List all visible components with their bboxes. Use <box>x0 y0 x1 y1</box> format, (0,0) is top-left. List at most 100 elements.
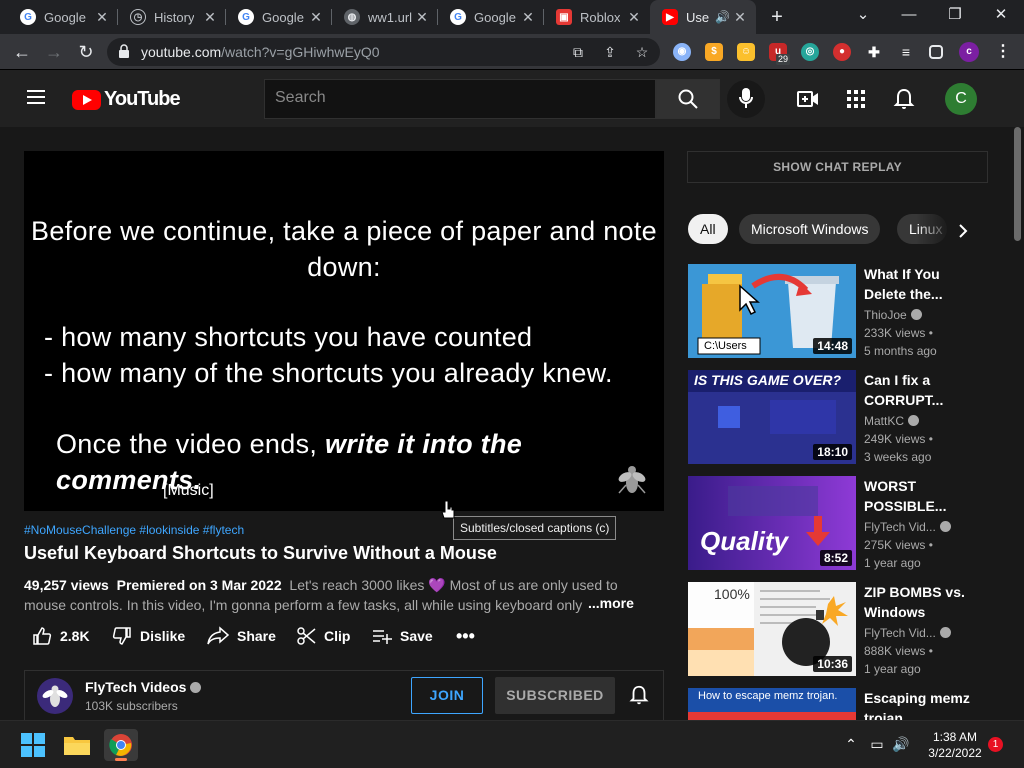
video-player[interactable]: Before we continue, take a piece of pape… <box>24 151 664 511</box>
show-chat-replay-button[interactable]: SHOW CHAT REPLAY <box>687 151 988 183</box>
close-icon[interactable]: ✕ <box>626 9 642 25</box>
playlist-add-icon <box>373 630 392 644</box>
recommended-video[interactable]: How to escape memz trojan. Escaping memz… <box>688 688 988 720</box>
minimize-icon[interactable]: — <box>886 0 932 32</box>
create-video-icon[interactable] <box>796 87 820 111</box>
video-hashtags[interactable]: #NoMouseChallenge #lookinside #flytech <box>24 523 244 537</box>
tab-youtube-active[interactable]: ▶ Use 🔊 ✕ <box>650 0 756 34</box>
show-more-link[interactable]: ...more <box>588 595 634 611</box>
upload-age: 1 year ago <box>864 662 921 676</box>
tab-roblox[interactable]: ▣ Roblox ✕ <box>544 0 650 34</box>
tab-google-3[interactable]: G Google ✕ <box>438 0 544 34</box>
extension-icon[interactable]: ● <box>833 43 851 61</box>
restore-icon[interactable]: ❐ <box>932 0 978 32</box>
back-icon[interactable]: ← <box>10 40 34 64</box>
share-button[interactable]: Share <box>207 626 276 646</box>
like-button[interactable]: 2.8K <box>32 626 90 646</box>
side-panel-icon[interactable] <box>929 45 943 59</box>
search-input[interactable]: Search <box>264 79 656 119</box>
menu-icon[interactable] <box>27 90 45 104</box>
channel-name[interactable]: MattKC <box>864 414 920 428</box>
search-button[interactable] <box>656 79 720 119</box>
tab-google-2[interactable]: G Google ✕ <box>226 0 332 34</box>
video-title[interactable]: What If You Delete the... <box>864 264 974 304</box>
save-button[interactable]: Save <box>372 626 433 646</box>
close-icon[interactable]: ✕ <box>414 9 430 25</box>
video-thumbnail[interactable]: 100% 10:36 <box>688 582 856 676</box>
system-clock[interactable]: 1:38 AM 3/22/2022 <box>920 729 990 761</box>
tab-history[interactable]: ◷ History ✕ <box>118 0 226 34</box>
puzzle-icon[interactable]: ✚ <box>865 43 883 61</box>
account-avatar[interactable]: C <box>945 83 977 115</box>
close-icon[interactable]: ✕ <box>520 9 536 25</box>
apps-grid-icon[interactable] <box>844 87 868 111</box>
extension-badge: 29 <box>776 54 791 65</box>
video-title[interactable]: Escaping memz trojan <box>864 688 974 720</box>
close-icon[interactable]: ✕ <box>732 9 748 25</box>
new-tab-button[interactable]: + <box>766 6 788 28</box>
channel-name[interactable]: FlyTech Videos <box>85 679 202 695</box>
start-button[interactable] <box>16 729 50 761</box>
extension-icon[interactable]: ◉ <box>673 43 691 61</box>
tab-google-1[interactable]: G Google ✕ <box>8 0 118 34</box>
video-description[interactable]: 49,257 views Premiered on 3 Mar 2022 Let… <box>24 575 644 615</box>
open-in-app-icon[interactable]: ⧉ <box>569 43 587 61</box>
subscribed-button[interactable]: SUBSCRIBED <box>495 677 615 714</box>
join-button[interactable]: JOIN <box>411 677 483 714</box>
voice-search-button[interactable] <box>727 80 765 118</box>
close-icon[interactable]: ✕ <box>94 9 110 25</box>
channel-name[interactable]: ThioJoe <box>864 308 922 322</box>
extension-icon[interactable]: ◎ <box>801 43 819 61</box>
verified-icon <box>908 415 920 426</box>
file-explorer-button[interactable] <box>60 729 94 761</box>
recommended-video[interactable]: 100% 10:36 ZIP BOMBS vs. Windows FlyTech… <box>688 582 988 677</box>
more-actions-icon[interactable]: ••• <box>456 626 475 647</box>
bookmark-star-icon[interactable]: ☆ <box>633 43 651 61</box>
address-bar[interactable]: youtube.com/watch?v=gGHiwhwEyQ0 ⧉ ⇪ ☆ <box>107 38 660 66</box>
video-title[interactable]: Can I fix a CORRUPT... <box>864 370 974 410</box>
page-scrollbar[interactable] <box>1010 127 1024 720</box>
video-title[interactable]: ZIP BOMBS vs. Windows <box>864 582 974 622</box>
youtube-logo[interactable]: YouTube <box>72 88 181 111</box>
recommended-video[interactable]: IS THIS GAME OVER? 18:10 Can I fix a COR… <box>688 370 988 465</box>
extension-icon[interactable]: $ <box>705 43 723 61</box>
notifications-bell-icon[interactable] <box>892 87 916 111</box>
reload-icon[interactable]: ↻ <box>74 40 98 64</box>
channel-name[interactable]: FlyTech Vid... <box>864 626 951 640</box>
chevron-right-icon[interactable] <box>955 223 971 239</box>
channel-bell-icon[interactable] <box>628 684 650 706</box>
recommended-video[interactable]: Quality 8:52 WORST POSSIBLE... FlyTech V… <box>688 476 988 571</box>
video-title[interactable]: WORST POSSIBLE... <box>864 476 974 516</box>
channel-avatar[interactable] <box>37 678 73 714</box>
extension-icon[interactable]: ☺ <box>737 43 755 61</box>
speaker-icon[interactable]: 🔊 <box>715 10 730 24</box>
window-close-icon[interactable]: ✕ <box>978 0 1024 32</box>
chrome-taskbar-button[interactable] <box>104 729 138 761</box>
chip-all[interactable]: All <box>688 214 728 244</box>
tab-ww1[interactable]: ◍ ww1.url ✕ <box>332 0 438 34</box>
video-thumbnail[interactable]: IS THIS GAME OVER? 18:10 <box>688 370 856 464</box>
clip-button[interactable]: Clip <box>296 626 350 646</box>
tab-search-icon[interactable]: ⌄ <box>840 0 886 32</box>
notification-badge[interactable]: 1 <box>988 737 1003 752</box>
video-thumbnail[interactable]: C:\Users 14:48 <box>688 264 856 358</box>
close-icon[interactable]: ✕ <box>308 9 324 25</box>
channel-name[interactable]: FlyTech Vid... <box>864 520 951 534</box>
share-page-icon[interactable]: ⇪ <box>601 43 619 61</box>
profile-avatar[interactable]: c <box>959 42 979 62</box>
chip-microsoft-windows[interactable]: Microsoft Windows <box>739 214 881 244</box>
video-duration: 14:48 <box>813 338 852 354</box>
recommended-video[interactable]: C:\Users 14:48 What If You Delete the...… <box>688 264 988 359</box>
chevron-up-icon[interactable]: ⌃ <box>842 735 860 753</box>
scrollbar-thumb[interactable] <box>1014 127 1021 241</box>
forward-icon[interactable]: → <box>42 40 66 64</box>
save-label: Save <box>400 628 433 644</box>
network-icon[interactable]: ▭ <box>868 735 886 753</box>
kebab-menu-icon[interactable]: ⋮ <box>994 43 1012 61</box>
dislike-button[interactable]: Dislike <box>112 626 185 646</box>
video-thumbnail[interactable]: How to escape memz trojan. <box>688 688 856 720</box>
close-icon[interactable]: ✕ <box>202 9 218 25</box>
video-thumbnail[interactable]: Quality 8:52 <box>688 476 856 570</box>
volume-icon[interactable]: 🔊 <box>892 735 910 753</box>
media-control-icon[interactable]: ≡ <box>897 43 915 61</box>
